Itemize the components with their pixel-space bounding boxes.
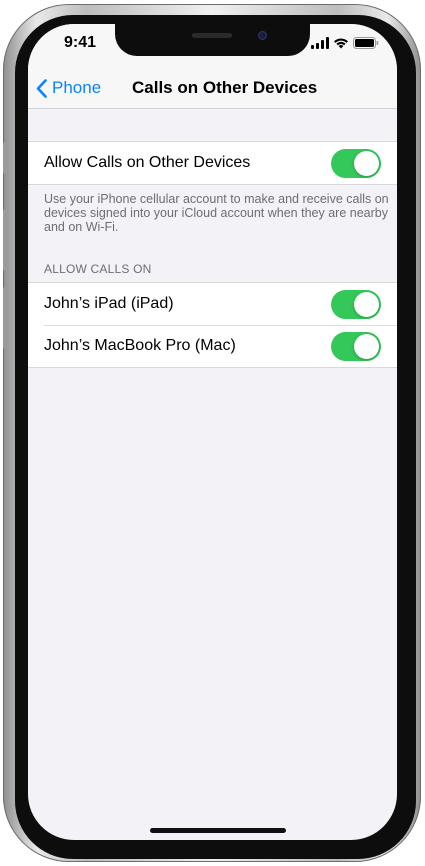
toggle-knob — [354, 292, 379, 317]
toggle-knob — [354, 151, 379, 176]
allow-calls-toggle[interactable] — [331, 149, 381, 178]
wifi-icon — [334, 38, 348, 49]
signal-icon — [311, 37, 329, 49]
device-toggle-macbook[interactable] — [331, 332, 381, 361]
page-title: Calls on Other Devices — [132, 78, 318, 97]
status-icons — [311, 37, 379, 49]
device-label-ipad: John’s iPad (iPad) — [44, 295, 174, 312]
status-time: 9:41 — [64, 34, 97, 51]
volume-up-button — [3, 209, 7, 271]
toggle-knob — [354, 334, 379, 359]
navigation-bar: Phone Calls on Other Devices — [28, 70, 397, 109]
volume-down-button — [3, 287, 7, 349]
device-row-macbook: John’s MacBook Pro (Mac) — [28, 325, 397, 367]
notch — [115, 24, 310, 56]
main-setting-group: Allow Calls on Other Devices — [28, 141, 397, 185]
device-toggle-ipad[interactable] — [331, 290, 381, 319]
device-label-macbook: John’s MacBook Pro (Mac) — [44, 337, 236, 354]
description-text: Use your iPhone cellular account to make… — [44, 192, 389, 234]
devices-group: John’s iPad (iPad) John’s MacBook Pro (M… — [28, 282, 397, 368]
allow-calls-label: Allow Calls on Other Devices — [44, 154, 251, 171]
back-button[interactable]: Phone — [36, 78, 101, 98]
home-indicator[interactable] — [150, 828, 286, 833]
chevron-left-icon — [36, 78, 47, 98]
speaker-grille — [192, 33, 232, 38]
section-header: ALLOW CALLS ON — [44, 262, 152, 276]
device-row-ipad: John’s iPad (iPad) — [28, 283, 397, 325]
allow-calls-row: Allow Calls on Other Devices — [28, 142, 397, 184]
back-button-label: Phone — [52, 78, 102, 97]
mute-switch — [3, 142, 7, 174]
front-camera — [258, 31, 267, 40]
battery-icon — [353, 37, 379, 49]
screen: 9:41 Phone Calls on Other Devices Allow … — [28, 24, 397, 840]
